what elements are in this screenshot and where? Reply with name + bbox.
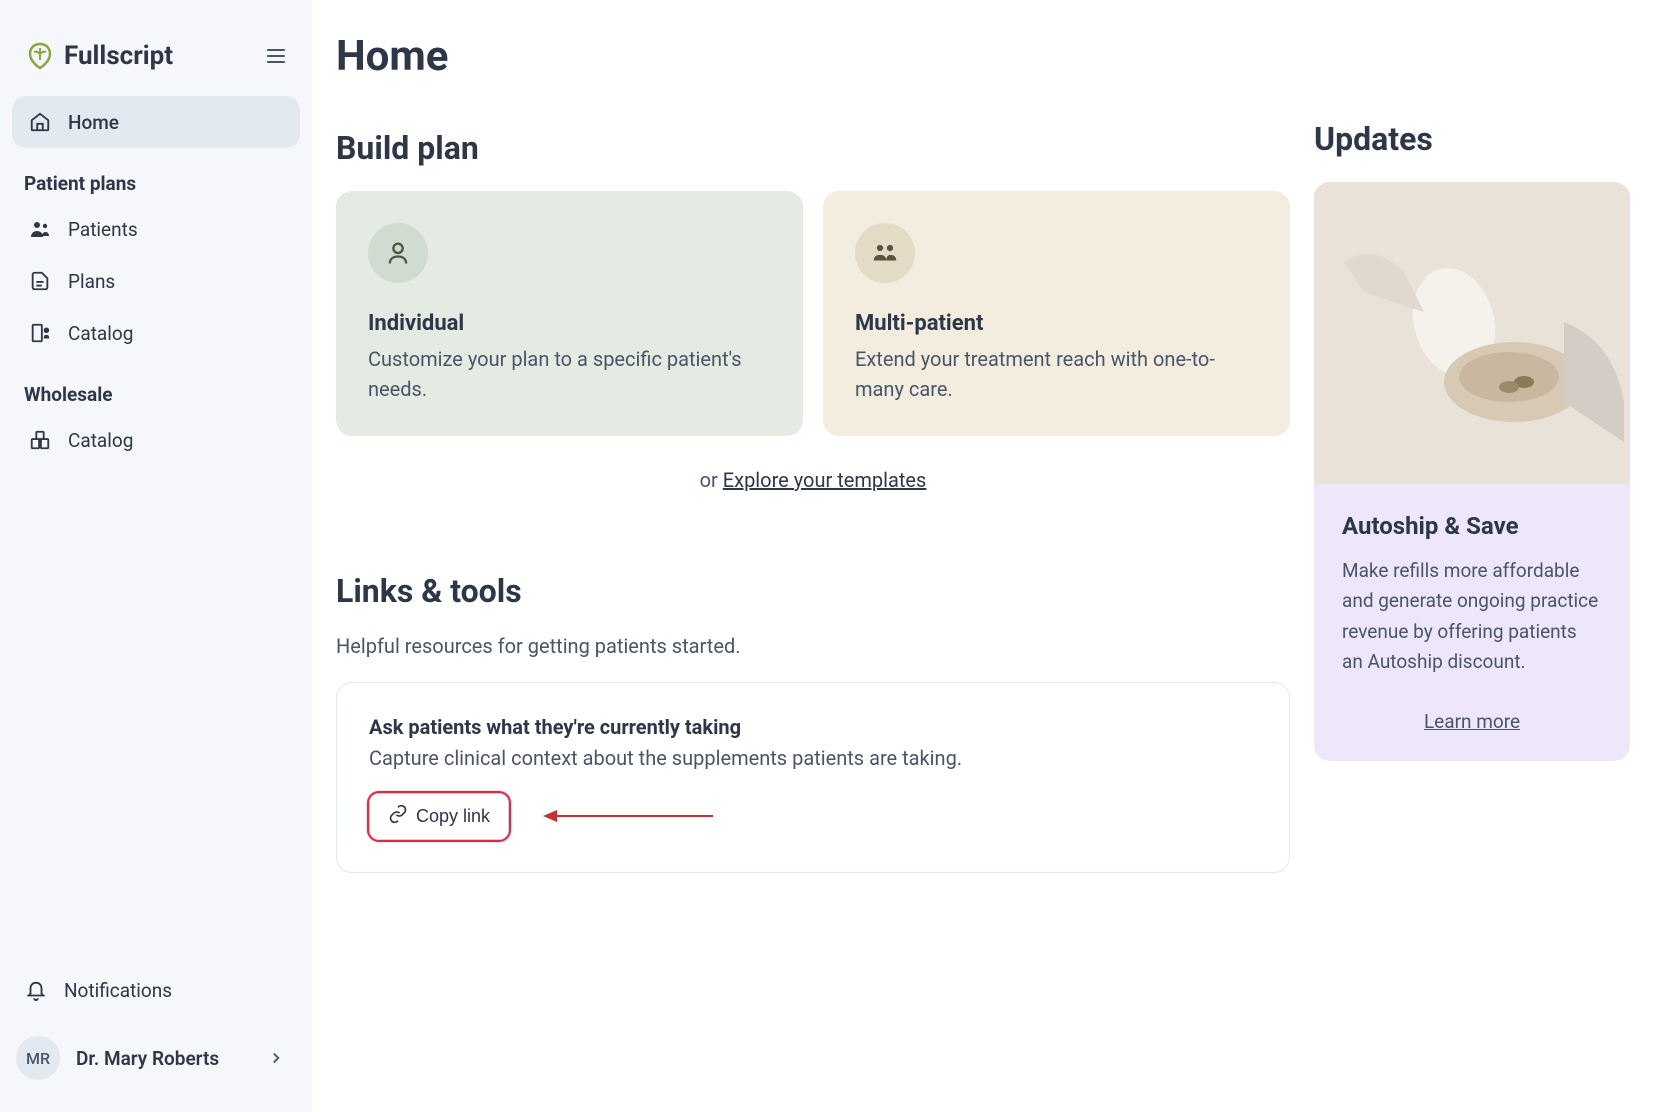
plan-card-desc: Extend your treatment reach with one-to-… — [855, 344, 1258, 404]
links-tools-subtitle: Helpful resources for getting patients s… — [336, 634, 1290, 658]
bell-icon — [24, 978, 48, 1002]
updates-title: Updates — [1314, 120, 1630, 158]
link-icon — [388, 804, 408, 829]
wholesale-catalog-icon — [28, 428, 52, 452]
copy-link-button[interactable]: Copy link — [369, 793, 509, 840]
sidebar-section-wholesale: Wholesale — [12, 359, 300, 414]
plan-card-desc: Customize your plan to a specific patien… — [368, 344, 771, 404]
updates-column: Updates Autoship & Save Make refills mor… — [1314, 32, 1630, 1080]
sidebar-item-notifications[interactable]: Notifications — [12, 964, 300, 1016]
build-plan-title: Build plan — [336, 129, 1290, 167]
tool-card-ask-patients: Ask patients what they're currently taki… — [336, 682, 1290, 873]
tool-card-desc: Capture clinical context about the suppl… — [369, 743, 1257, 773]
templates-row: or Explore your templates — [336, 468, 1290, 492]
links-tools-title: Links & tools — [336, 572, 1290, 610]
templates-prefix: or — [700, 468, 723, 492]
update-card-desc: Make refills more affordable and generat… — [1342, 556, 1602, 678]
menu-toggle-icon[interactable] — [264, 44, 288, 68]
sidebar-item-catalog[interactable]: Catalog — [12, 307, 300, 359]
update-image — [1314, 182, 1630, 484]
explore-templates-link[interactable]: Explore your templates — [723, 468, 927, 492]
copy-link-label: Copy link — [416, 806, 490, 827]
sidebar-item-patients[interactable]: Patients — [12, 203, 300, 255]
logo-icon — [24, 40, 56, 72]
annotation-arrow-icon — [543, 806, 713, 830]
update-card-autoship: Autoship & Save Make refills more afford… — [1314, 182, 1630, 761]
main-content: Home Build plan Individual Customize you… — [312, 0, 1654, 1112]
home-icon — [28, 110, 52, 134]
sidebar-item-home[interactable]: Home — [12, 96, 300, 148]
plans-icon — [28, 269, 52, 293]
user-name: Dr. Mary Roberts — [76, 1047, 248, 1070]
sidebar-item-label: Catalog — [68, 429, 133, 452]
sidebar-item-label: Notifications — [64, 979, 172, 1002]
sidebar-item-label: Patients — [68, 218, 138, 241]
catalog-icon — [28, 321, 52, 345]
sidebar-user[interactable]: MR Dr. Mary Roberts — [12, 1016, 300, 1088]
plan-card-title: Multi-patient — [855, 311, 1258, 336]
sidebar-item-wholesale-catalog[interactable]: Catalog — [12, 414, 300, 466]
sidebar-header: Fullscript — [12, 24, 300, 96]
tool-card-title: Ask patients what they're currently taki… — [369, 715, 1257, 739]
build-plan-cards: Individual Customize your plan to a spec… — [336, 191, 1290, 436]
sidebar-item-plans[interactable]: Plans — [12, 255, 300, 307]
sidebar-item-label: Home — [68, 111, 119, 134]
sidebar-item-label: Plans — [68, 270, 115, 293]
chevron-right-icon — [264, 1046, 288, 1070]
plan-card-title: Individual — [368, 311, 771, 336]
logo[interactable]: Fullscript — [24, 40, 173, 72]
sidebar-item-label: Catalog — [68, 322, 133, 345]
patients-icon — [28, 217, 52, 241]
individual-icon — [368, 223, 428, 283]
logo-text: Fullscript — [64, 41, 173, 71]
plan-card-individual[interactable]: Individual Customize your plan to a spec… — [336, 191, 803, 436]
sidebar: Fullscript Home Patient plans — [0, 0, 312, 1112]
multi-patient-icon — [855, 223, 915, 283]
sidebar-section-patient-plans: Patient plans — [12, 148, 300, 203]
page-title: Home — [336, 32, 1290, 81]
avatar: MR — [16, 1036, 60, 1080]
plan-card-multi[interactable]: Multi-patient Extend your treatment reac… — [823, 191, 1290, 436]
learn-more-link[interactable]: Learn more — [1342, 710, 1602, 733]
update-card-title: Autoship & Save — [1342, 512, 1602, 540]
